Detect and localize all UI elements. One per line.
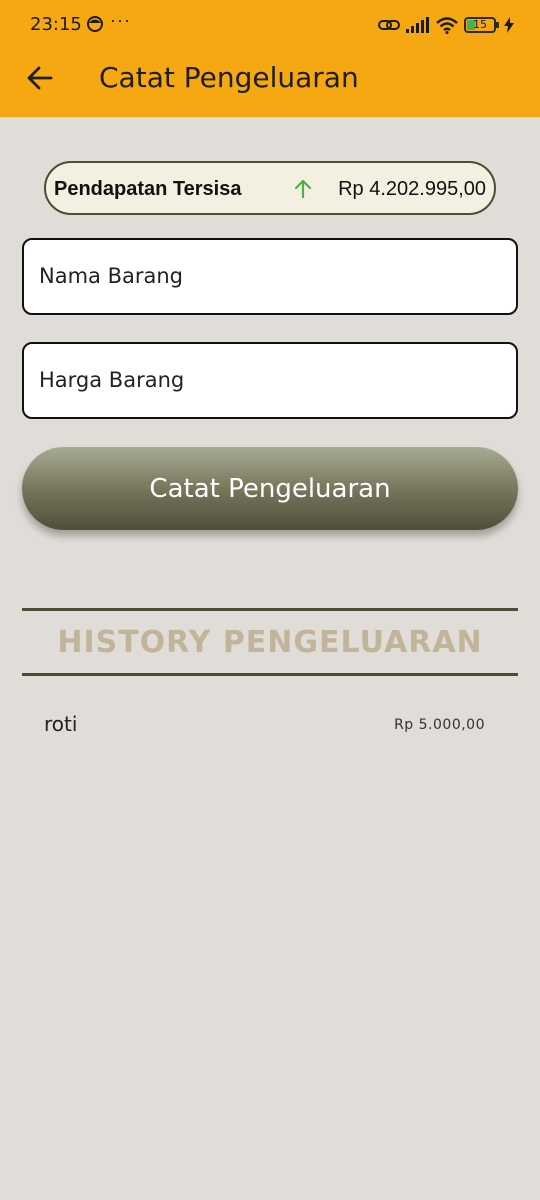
battery-icon: 15 — [464, 17, 499, 33]
emoji-icon — [87, 16, 103, 32]
item-price-field[interactable] — [22, 342, 518, 419]
status-icons: 15 — [378, 14, 514, 36]
remaining-income-value: Rp 4.202.995,00 — [338, 178, 486, 200]
item-name-field[interactable] — [22, 238, 518, 315]
page-title: Catat Pengeluaran — [99, 61, 359, 94]
arrow-up-icon — [294, 179, 312, 199]
battery-level: 15 — [473, 18, 487, 31]
link-icon — [378, 20, 400, 30]
back-button[interactable] — [22, 60, 58, 96]
arrow-left-icon — [27, 66, 53, 90]
charging-icon — [504, 17, 514, 33]
history-item-price: Rp 5.000,00 — [394, 717, 485, 733]
history-item-name: roti — [44, 712, 78, 736]
status-time: 23:15 — [30, 14, 82, 35]
more-indicator: ··· — [110, 10, 131, 30]
item-name-input[interactable] — [39, 240, 516, 313]
wifi-icon — [436, 16, 458, 34]
status-bar: 23:15 ··· 15 — [0, 0, 540, 50]
history-list-item[interactable]: roti Rp 5.000,00 — [22, 707, 518, 743]
signal-icon — [406, 17, 429, 33]
item-price-input[interactable] — [39, 344, 516, 417]
history-title: HISTORY PENGELUARAN — [57, 625, 483, 660]
history-bottom-divider — [22, 673, 518, 676]
record-expense-button[interactable]: Catat Pengeluaran — [22, 447, 518, 530]
remaining-income-label: Pendapatan Tersisa — [54, 178, 242, 200]
app-bar: 23:15 ··· 15 Catat Pengeluaran — [0, 0, 540, 117]
history-top-divider — [22, 608, 518, 611]
remaining-income-card: Pendapatan Tersisa Rp 4.202.995,00 — [44, 161, 496, 215]
